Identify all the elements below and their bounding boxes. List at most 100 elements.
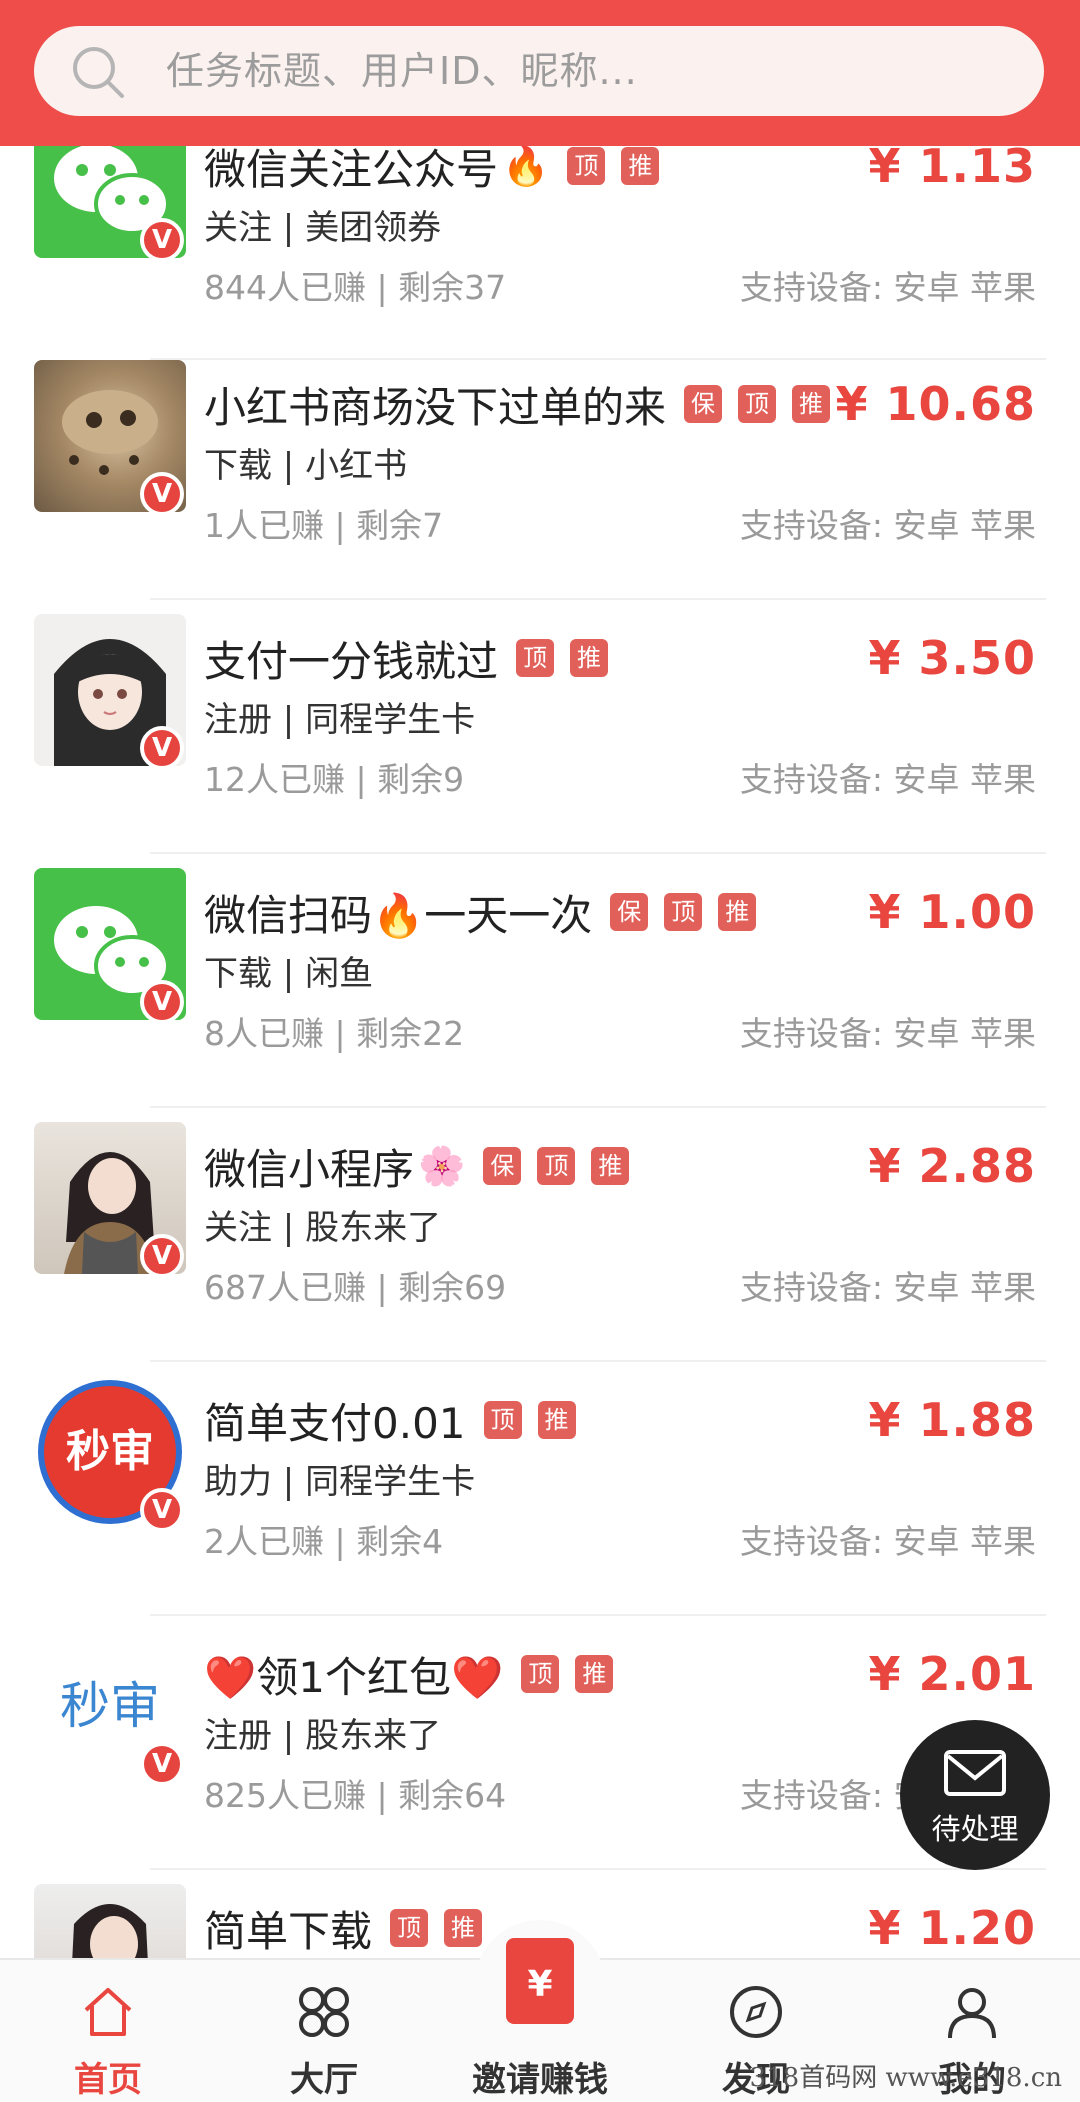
task-category: 关注 | 股东来了 <box>204 1208 442 1248</box>
user-icon <box>948 1988 996 2039</box>
task-title: 简单支付0.01 <box>204 1398 466 1448</box>
task-title-line: 简单支付0.01 顶 推 <box>204 1392 576 1448</box>
tag-recommend: 推 <box>575 1655 614 1693</box>
nav-home[interactable]: 首页 <box>28 1960 188 2102</box>
task-title: 小红书商场没下过单的来 <box>204 382 667 432</box>
tag-guarantee: 保 <box>483 1147 522 1185</box>
task-stats: 825人已赚 | 剩余64 <box>204 1776 507 1815</box>
tag-recommend: 推 <box>621 147 660 185</box>
tag-guarantee: 保 <box>684 385 723 423</box>
nav-hall-label: 大厅 <box>290 2060 358 2100</box>
task-title: 微信小程序 <box>204 1144 415 1194</box>
verified-badge: V <box>140 1234 184 1278</box>
task-price: ¥ 1.20 <box>868 1901 1036 1955</box>
tag-recommend: 推 <box>718 893 757 931</box>
divider <box>150 1106 1046 1108</box>
task-devices: 支持设备: 安卓 苹果 <box>739 760 1036 799</box>
verified-badge: V <box>140 1742 184 1786</box>
mail-icon <box>944 1750 1006 1796</box>
avatar <box>34 1884 186 1958</box>
task-price: ¥ 1.00 <box>868 885 1036 939</box>
verified-badge: V <box>140 980 184 1024</box>
tag-top: 顶 <box>521 1655 560 1693</box>
task-stats: 844人已赚 | 剩余37 <box>204 268 507 307</box>
task-stats: 2人已赚 | 剩余4 <box>204 1522 444 1561</box>
flower-icon: 🌸 <box>418 1143 466 1188</box>
task-devices: 支持设备: 安卓 苹果 <box>739 1522 1036 1561</box>
task-devices: 支持设备: 安卓 苹果 <box>739 506 1036 545</box>
nav-invite-label: 邀请赚钱 <box>472 2060 608 2100</box>
tag-top: 顶 <box>537 1147 576 1185</box>
task-stats: 1人已赚 | 剩余7 <box>204 506 444 545</box>
red-envelope-icon[interactable]: ¥ <box>506 1938 574 2024</box>
task-devices: 支持设备: 安卓 苹果 <box>739 268 1036 307</box>
grid-icon <box>299 1987 349 2037</box>
task-title: 微信扫码🔥一天一次 <box>204 890 593 940</box>
task-devices: 支持设备: 安卓 苹果 <box>739 1268 1036 1307</box>
task-category: 下载 | 小红书 <box>204 446 408 486</box>
tag-top: 顶 <box>483 1401 522 1439</box>
task-category: 注册 | 同程学生卡 <box>204 700 476 740</box>
nav-home-label: 首页 <box>74 2060 142 2100</box>
divider <box>150 852 1046 854</box>
divider <box>150 1614 1046 1616</box>
task-row[interactable]: V 微信关注公众号 🔥 顶 推 ¥ 1.13 关注 | 美团领券 844人已赚 … <box>0 146 1080 360</box>
tag-recommend: 推 <box>444 1909 483 1947</box>
tag-top: 顶 <box>516 639 555 677</box>
task-title-line: 简单下载 顶 推 <box>204 1900 483 1956</box>
tag-recommend: 推 <box>792 385 831 423</box>
pending-button[interactable]: 待处理 <box>900 1720 1050 1870</box>
task-row[interactable]: V 微信小程序 🌸 保 顶 推 ¥ 2.88 关注 | 股东来了 687人已赚 … <box>0 1122 1080 1376</box>
tag-recommend: 推 <box>591 1147 630 1185</box>
task-stats: 687人已赚 | 剩余69 <box>204 1268 507 1307</box>
task-price: ¥ 2.88 <box>868 1139 1036 1193</box>
search-icon <box>73 47 124 98</box>
verified-badge: V <box>140 726 184 770</box>
task-category: 助力 | 同程学生卡 <box>204 1462 476 1502</box>
task-row[interactable]: V 微信扫码🔥一天一次 保 顶 推 ¥ 1.00 下载 | 闲鱼 8人已赚 | … <box>0 868 1080 1122</box>
task-row[interactable]: V 小红书商场没下过单的来 保 顶 推 ¥ 10.68 下载 | 小红书 1人已… <box>0 360 1080 614</box>
pending-label: 待处理 <box>931 1812 1019 1846</box>
verified-badge: V <box>140 218 184 262</box>
watermark: 318首码网 www.e318.cn <box>749 2063 1062 2093</box>
tag-recommend: 推 <box>570 639 609 677</box>
task-title-line: 微信关注公众号 🔥 顶 推 <box>204 146 660 194</box>
verified-badge: V <box>140 1488 184 1532</box>
task-price: ¥ 1.13 <box>868 146 1036 193</box>
task-stats: 12人已赚 | 剩余9 <box>204 760 465 799</box>
task-stats: 8人已赚 | 剩余22 <box>204 1014 465 1053</box>
task-title-line: 微信小程序 🌸 保 顶 推 <box>204 1138 630 1194</box>
compass-icon <box>730 1986 782 2038</box>
yuan-symbol: ¥ <box>527 1964 553 2005</box>
search-input[interactable]: 任务标题、用户ID、昵称... <box>34 26 1044 116</box>
task-row[interactable]: V 支付一分钱就过 顶 推 ¥ 3.50 注册 | 同程学生卡 12人已赚 | … <box>0 614 1080 868</box>
divider <box>150 1868 1046 1870</box>
task-price: ¥ 10.68 <box>835 377 1036 431</box>
verified-badge: V <box>140 472 184 516</box>
task-title-line: 微信扫码🔥一天一次 保 顶 推 <box>204 884 757 940</box>
tag-top: 顶 <box>738 385 777 423</box>
divider <box>150 1360 1046 1362</box>
task-list[interactable]: V 微信关注公众号 🔥 顶 推 ¥ 1.13 关注 | 美团领券 844人已赚 … <box>0 146 1080 1958</box>
tag-recommend: 推 <box>537 1401 576 1439</box>
tag-guarantee: 保 <box>610 893 649 931</box>
task-category: 下载 | 闲鱼 <box>204 954 374 994</box>
task-title-line: 支付一分钱就过 顶 推 <box>204 630 609 686</box>
task-price: ¥ 1.88 <box>868 1393 1036 1447</box>
tag-top: 顶 <box>664 893 703 931</box>
nav-hall[interactable]: 大厅 <box>244 1960 404 2102</box>
task-title: ❤️领1个红包❤️ <box>204 1652 504 1702</box>
task-title-line: 小红书商场没下过单的来 保 顶 推 <box>204 376 831 432</box>
task-title: 简单下载 <box>204 1906 373 1956</box>
tag-top: 顶 <box>567 147 606 185</box>
task-category: 关注 | 美团领券 <box>204 208 442 248</box>
task-price: ¥ 2.01 <box>868 1647 1036 1701</box>
fire-icon: 🔥 <box>502 146 550 188</box>
task-row[interactable]: 秒审 V 简单支付0.01 顶 推 ¥ 1.88 助力 | 同程学生卡 2人已赚… <box>0 1376 1080 1630</box>
tag-top: 顶 <box>390 1909 429 1947</box>
home-icon <box>84 1988 132 2036</box>
task-category: 注册 | 股东来了 <box>204 1716 442 1756</box>
search-placeholder: 任务标题、用户ID、昵称... <box>166 49 638 93</box>
task-title: 支付一分钱就过 <box>204 636 499 686</box>
task-title: 微信关注公众号 <box>204 146 499 194</box>
